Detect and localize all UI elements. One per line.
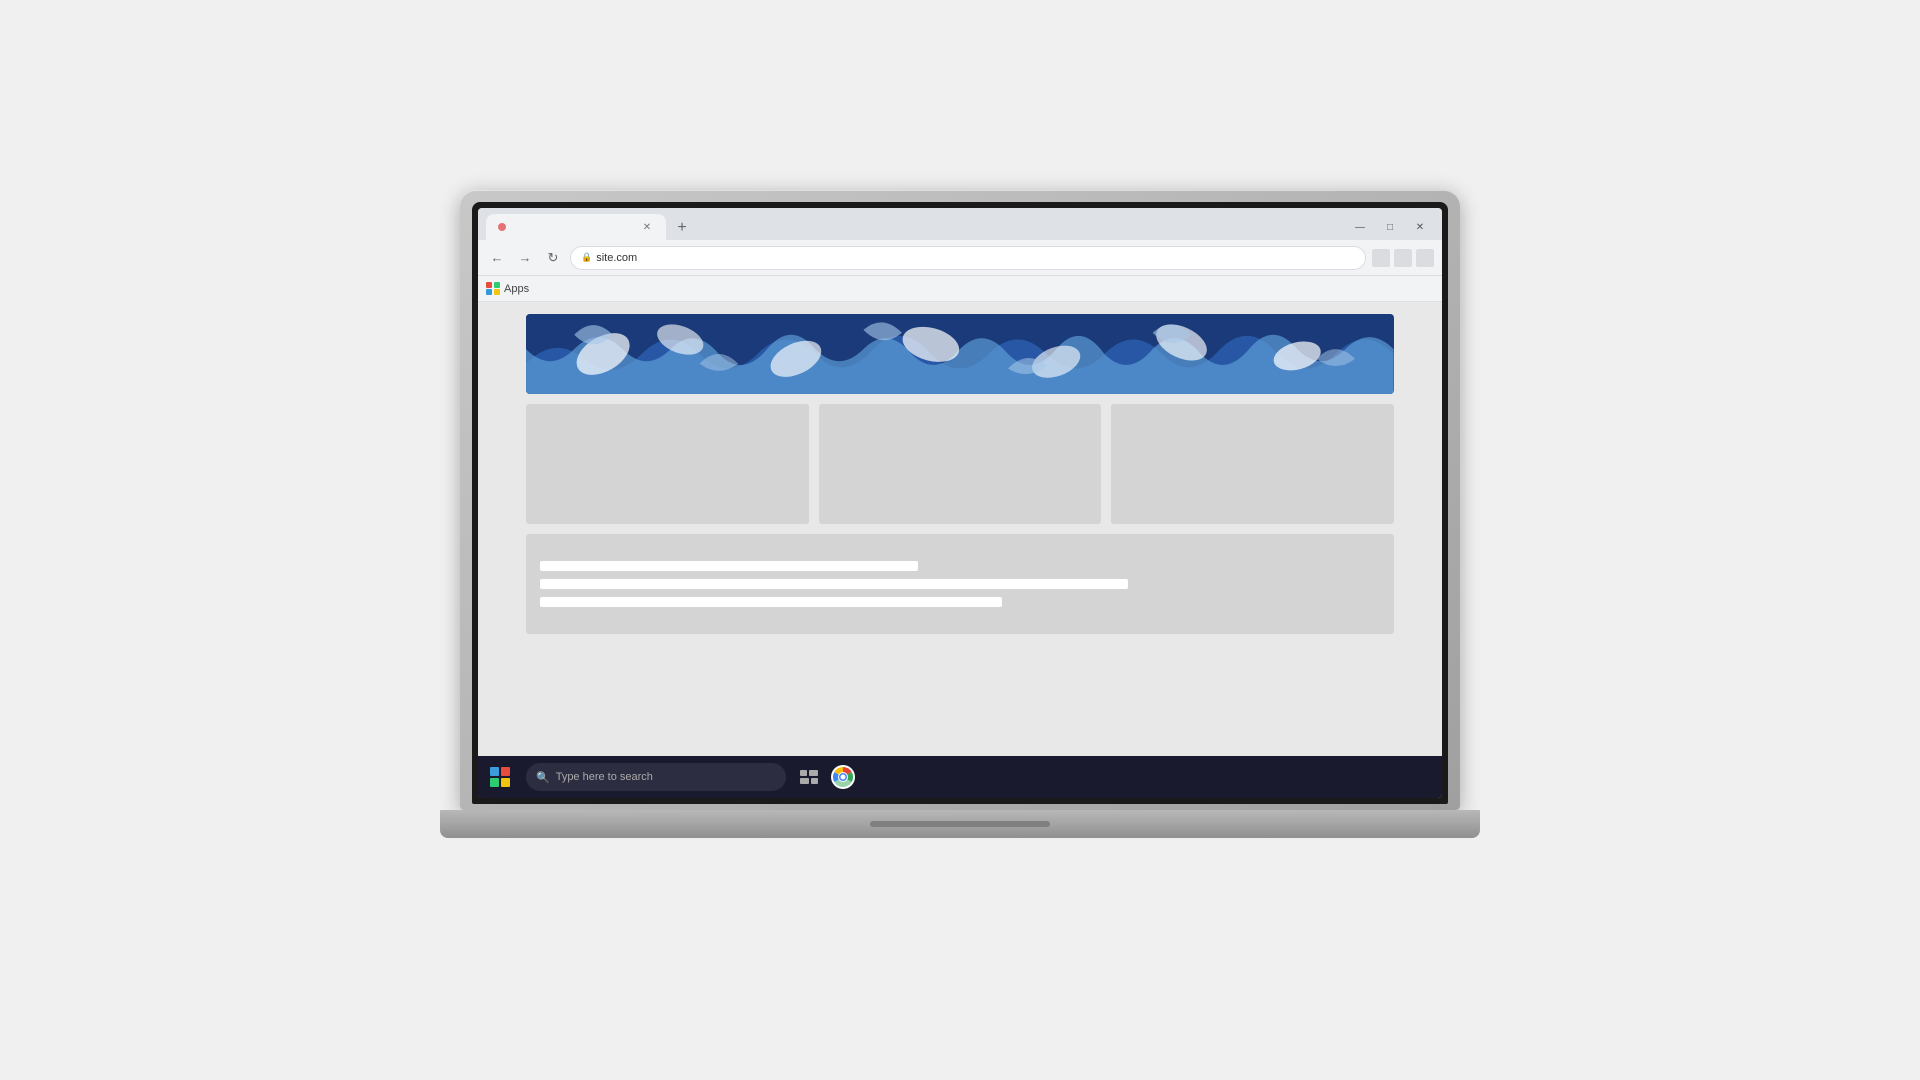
lock-icon: 🔒	[581, 252, 592, 263]
bookmarks-bar: Apps	[478, 276, 1442, 302]
refresh-button[interactable]: ↻	[542, 247, 564, 269]
start-button[interactable]	[478, 756, 522, 798]
close-button[interactable]: ✕	[1406, 218, 1434, 236]
cards-grid	[526, 404, 1394, 524]
laptop-base	[440, 810, 1480, 838]
back-button[interactable]: ←	[486, 247, 508, 269]
content-line-3	[540, 597, 1002, 607]
minimize-button[interactable]: —	[1346, 218, 1374, 236]
laptop-screen: ✕ + — □ ✕ ← →	[478, 208, 1442, 798]
taskbar-search-bar[interactable]: 🔍 Type here to search	[526, 763, 786, 791]
address-bar[interactable]: 🔒 site.com	[570, 246, 1366, 270]
content-line-1	[540, 561, 918, 571]
tab-favicon	[498, 223, 506, 231]
forward-button[interactable]: →	[514, 247, 536, 269]
taskbar-search-icon: 🔍	[536, 771, 550, 784]
page-content	[478, 302, 1442, 756]
content-block	[526, 534, 1394, 634]
screen-bezel: ✕ + — □ ✕ ← →	[472, 202, 1448, 804]
apps-label: Apps	[504, 283, 529, 295]
address-text: site.com	[596, 252, 637, 264]
card-1	[526, 404, 809, 524]
chrome-taskbar-icon[interactable]	[828, 762, 858, 792]
tab-bar: ✕ + — □ ✕	[478, 208, 1442, 240]
browser-tab[interactable]: ✕	[486, 214, 666, 240]
extension-icons	[1372, 249, 1434, 267]
card-2	[819, 404, 1102, 524]
browser-toolbar: ← → ↻ 🔒 site.com	[478, 240, 1442, 276]
content-line-2	[540, 579, 1128, 589]
taskbar-search-placeholder: Type here to search	[556, 771, 653, 783]
apps-bookmark[interactable]: Apps	[486, 282, 529, 296]
laptop-lid: ✕ + — □ ✕ ← →	[460, 190, 1460, 810]
scene: ✕ + — □ ✕ ← →	[0, 0, 1920, 1080]
trackpad-indicator	[870, 821, 1050, 827]
laptop: ✕ + — □ ✕ ← →	[430, 190, 1490, 890]
hero-banner	[526, 314, 1394, 394]
card-3	[1111, 404, 1394, 524]
apps-grid-icon	[486, 282, 500, 296]
new-tab-button[interactable]: +	[670, 216, 694, 240]
taskbar: 🔍 Type here to search	[478, 756, 1442, 798]
task-view-button[interactable]	[794, 762, 824, 792]
ext-icon-3[interactable]	[1416, 249, 1434, 267]
browser-window: ✕ + — □ ✕ ← →	[478, 208, 1442, 798]
ext-icon-1[interactable]	[1372, 249, 1390, 267]
tab-close-button[interactable]: ✕	[640, 220, 654, 234]
maximize-button[interactable]: □	[1376, 218, 1404, 236]
taskbar-apps	[794, 762, 858, 792]
ext-icon-2[interactable]	[1394, 249, 1412, 267]
window-controls: — □ ✕	[1346, 218, 1434, 236]
windows-logo	[490, 767, 510, 787]
